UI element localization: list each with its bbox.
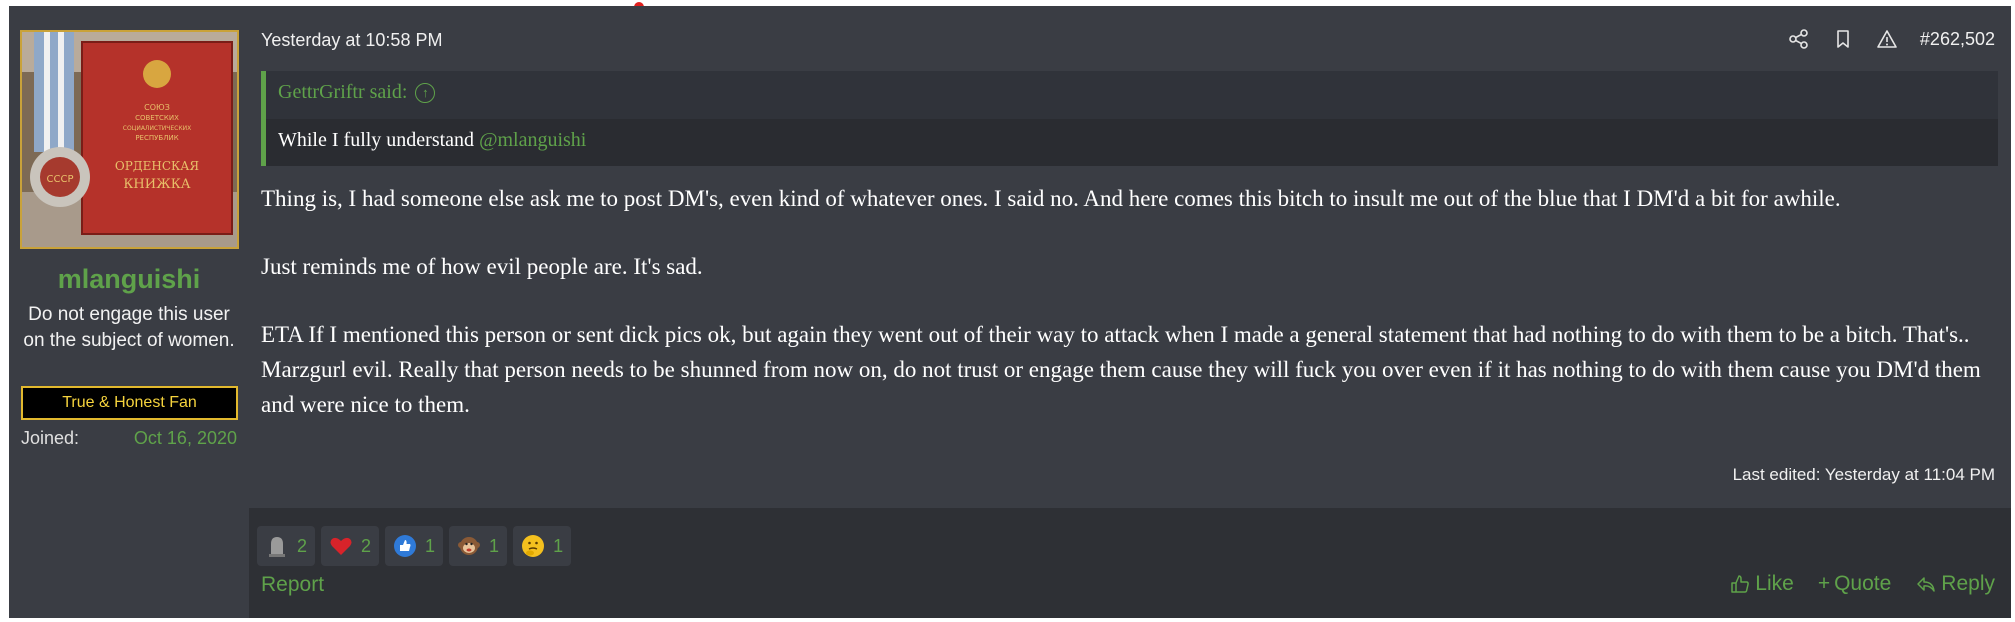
like-button[interactable]: Like bbox=[1729, 572, 1794, 596]
tombstone-icon bbox=[269, 537, 285, 557]
user-sidebar: СОЮЗ СОВЕТСКИХ СОЦИАЛИСТИЧЕСКИХ РЕСПУБЛИ… bbox=[9, 6, 249, 618]
joined-label: Joined: bbox=[21, 428, 80, 448]
reaction-monkey[interactable]: 1 bbox=[449, 526, 508, 566]
like-label: Like bbox=[1755, 572, 1794, 595]
bottom-edge bbox=[0, 618, 2015, 622]
quote-label: Quote bbox=[1834, 572, 1892, 595]
report-warning-icon[interactable] bbox=[1876, 28, 1898, 50]
forum-post: СОЮЗ СОВЕТСКИХ СОЦИАЛИСТИЧЕСКИХ РЕСПУБЛИ… bbox=[9, 6, 2011, 618]
reaction-heart[interactable]: 2 bbox=[321, 526, 380, 566]
reaction-count: 1 bbox=[489, 535, 500, 556]
reaction-count: 1 bbox=[553, 535, 564, 556]
svg-text:ОРДЕНСКАЯ: ОРДЕНСКАЯ bbox=[115, 159, 199, 173]
report-link[interactable]: Report bbox=[261, 573, 324, 597]
reply-label: Reply bbox=[1941, 572, 1995, 595]
quote-button[interactable]: + Quote bbox=[1818, 572, 1891, 596]
reaction-thinking[interactable]: 1 bbox=[513, 526, 572, 566]
reaction-tombstone[interactable]: 2 bbox=[257, 526, 316, 566]
share-icon[interactable] bbox=[1788, 28, 1810, 50]
svg-text:СССР: СССР bbox=[47, 174, 74, 185]
reaction-count: 1 bbox=[425, 535, 436, 556]
post-number[interactable]: #262,502 bbox=[1920, 29, 1995, 50]
reaction-like[interactable]: 1 bbox=[385, 526, 444, 566]
quote-text-start: While I fully understand bbox=[278, 129, 480, 151]
reaction-count: 2 bbox=[361, 535, 372, 556]
message-paragraph: Thing is, I had someone else ask me to p… bbox=[261, 186, 1841, 211]
avatar[interactable]: СОЮЗ СОВЕТСКИХ СОЦИАЛИСТИЧЕСКИХ РЕСПУБЛИ… bbox=[20, 30, 239, 249]
svg-text:СОЮЗ: СОЮЗ bbox=[144, 103, 170, 112]
message-paragraph: Just reminds me of how evil people are. … bbox=[261, 254, 703, 279]
thinking-face-icon bbox=[522, 535, 545, 557]
thumbs-up-icon bbox=[394, 535, 417, 557]
avatar-image: СОЮЗ СОВЕТСКИХ СОЦИАЛИСТИЧЕСКИХ РЕСПУБЛИ… bbox=[22, 32, 237, 247]
joined-date: Oct 16, 2020 bbox=[133, 428, 237, 448]
post-tools: #262,502 bbox=[1788, 28, 1995, 50]
jump-to-quote-icon[interactable]: ↑ bbox=[415, 83, 436, 104]
svg-text:СОВЕТСКИХ: СОВЕТСКИХ bbox=[135, 114, 179, 122]
reaction-count: 2 bbox=[297, 535, 308, 556]
quote-block: GettrGriftr said: ↑ While I fully underst… bbox=[261, 71, 1998, 166]
svg-text:КНИЖКА: КНИЖКА bbox=[123, 177, 190, 192]
reactions-bar: 2 2 1 1 1 bbox=[257, 526, 572, 566]
reply-icon bbox=[1917, 577, 1936, 592]
thumbs-up-outline-icon bbox=[1731, 575, 1750, 593]
quote-author[interactable]: GettrGriftr said: bbox=[278, 81, 407, 103]
username[interactable]: mlanguishi bbox=[9, 264, 249, 295]
svg-text:РЕСПУБЛИК: РЕСПУБЛИК bbox=[135, 134, 178, 142]
post-date[interactable]: Yesterday at 10:58 PM bbox=[261, 30, 442, 51]
bookmark-icon[interactable] bbox=[1832, 28, 1854, 50]
post-message: Thing is, I had someone else ask me to p… bbox=[261, 181, 2001, 455]
last-edited: Last edited: Yesterday at 11:04 PM bbox=[1732, 465, 1995, 484]
post-actions: Like + Quote Reply bbox=[1729, 572, 1995, 596]
user-title: Do not engage this user on the subject o… bbox=[23, 304, 235, 351]
monkey-icon bbox=[458, 537, 481, 555]
post-main: Yesterday at 10:58 PM #262,502 GettrGrif… bbox=[249, 6, 2011, 618]
user-banner: True & Honest Fan bbox=[21, 386, 238, 420]
reply-button[interactable]: Reply bbox=[1915, 572, 1995, 596]
quote-mention[interactable]: @mlanguishi bbox=[479, 129, 586, 151]
quote-header[interactable]: GettrGriftr said: ↑ bbox=[278, 81, 436, 104]
plus-icon: + bbox=[1817, 572, 1831, 595]
quote-text: While I fully understand @mlanguishi bbox=[278, 129, 586, 152]
heart-icon bbox=[330, 537, 352, 555]
message-paragraph: ETA If I mentioned this person or sent d… bbox=[261, 322, 1981, 417]
svg-text:СОЦИАЛИСТИЧЕСКИХ: СОЦИАЛИСТИЧЕСКИХ bbox=[123, 125, 191, 132]
